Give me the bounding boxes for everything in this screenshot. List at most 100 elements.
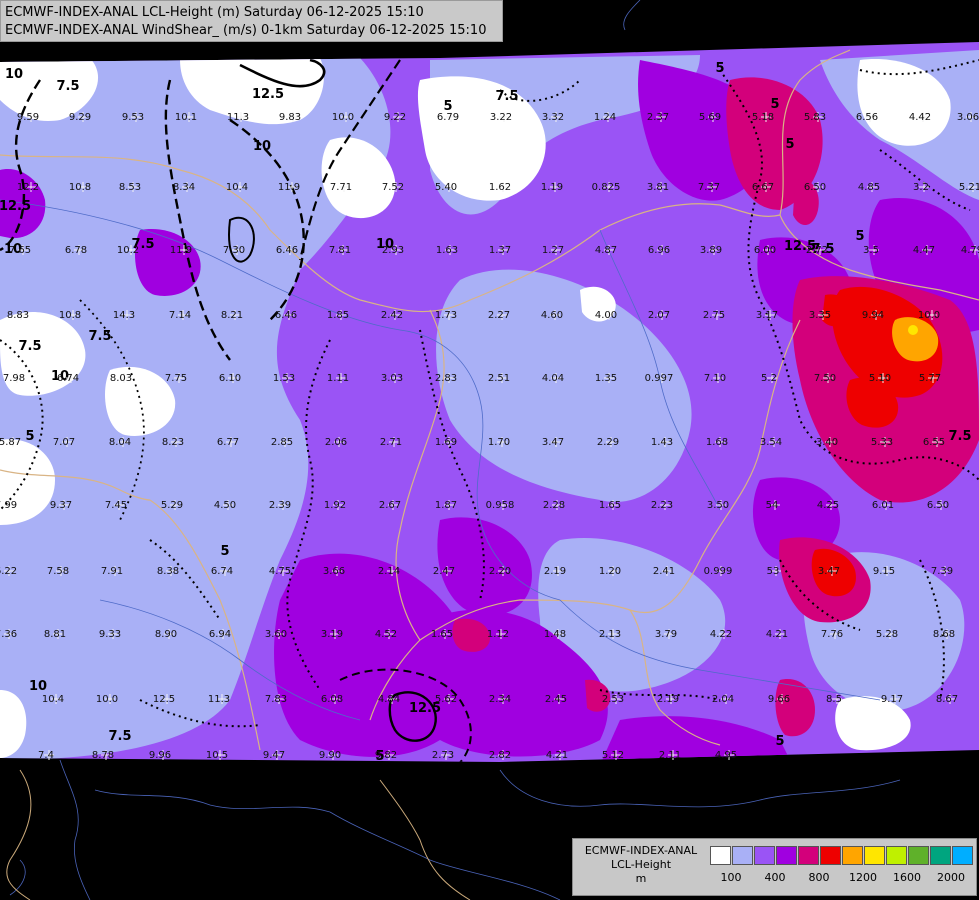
station-value: 8.67 [936,694,958,705]
station-value: 6.74 [57,373,79,384]
station-value: 5.18 [752,112,774,123]
station-value: 6.46 [276,245,298,256]
legend-swatch [952,846,973,865]
station-value: 3.66 [323,566,345,577]
station-value: 2.83 [435,373,457,384]
legend-title: ECMWF-INDEX-ANAL LCL-Height m [577,844,705,886]
station-value: 3.35 [809,310,831,321]
station-value: 10.0 [918,310,940,321]
station-value: 10.4 [226,182,248,193]
legend-swatch [754,846,775,865]
station-value: 5.69 [699,112,721,123]
station-value: 1.85 [327,310,349,321]
legend-swatch [864,846,885,865]
contour-label: 5 [25,429,34,444]
station-value: 12.2 [17,182,39,193]
station-value: 3.60 [265,629,287,640]
station-value: 5.21 [959,182,979,193]
station-value: 10.0 [96,694,118,705]
station-value: 6.55 [923,437,945,448]
station-value: 11.9 [170,245,192,256]
station-value: 6.08 [321,694,343,705]
station-value: 9.33 [99,629,121,640]
legend-swatch [798,846,819,865]
station-value: 9.82 [375,750,397,761]
station-value: 10.0 [332,112,354,123]
station-value: 4.42 [909,112,931,123]
station-value: 7.71 [330,182,352,193]
station-value: 7.81 [329,245,351,256]
station-value: 2.51 [488,373,510,384]
station-value: 3.40 [816,437,838,448]
station-value: 3.2 [913,182,929,193]
station-value: 2.07 [648,310,670,321]
station-value: 2.11 [659,750,681,761]
station-value: 9.94 [862,310,884,321]
station-value: 2.72 [806,245,828,256]
station-value: 10.2 [117,245,139,256]
station-value: 7.91 [101,566,123,577]
station-value: 0.999 [704,566,733,577]
station-value: 5.10 [869,373,891,384]
station-value: 4.75 [269,566,291,577]
station-value: 0.825 [592,182,621,193]
station-value: 8.38 [157,566,179,577]
station-value: 6.78 [65,245,87,256]
contour-label: 5 [715,61,724,76]
station-value: 4.21 [766,629,788,640]
station-value: 1.19 [541,182,563,193]
station-value: 7.75 [165,373,187,384]
station-value: 7.30 [223,245,245,256]
station-value: 2.39 [269,500,291,511]
station-value: 6.46 [275,310,297,321]
station-value: 2.75 [703,310,725,321]
station-value: 4.04 [542,373,564,384]
station-value: 7.83 [265,694,287,705]
station-value: 14.3 [113,310,135,321]
station-value: 3.5 [863,245,879,256]
station-value: 2.20 [489,566,511,577]
station-value: 6.74 [211,566,233,577]
station-value: 7.4 [38,750,54,761]
station-value: 5.40 [435,182,457,193]
station-value: 6.96 [648,245,670,256]
station-value: 4.47 [913,245,935,256]
station-value: 8.90 [155,629,177,640]
legend-tick-labels: 100 400 800 1200 1600 2000 [710,871,975,885]
station-value: 10.8 [69,182,91,193]
legend-title-model: ECMWF-INDEX-ANAL [584,844,698,857]
station-value: 9.90 [319,750,341,761]
station-value: 9.96 [149,750,171,761]
station-value: 1.20 [599,566,621,577]
contour-label: 12.5 [0,199,31,214]
station-value: 7.45 [105,500,127,511]
title-line-windshear: ECMWF-INDEX-ANAL WindShear_ (m/s) 0-1km … [5,23,487,38]
station-value: 2.04 [712,694,734,705]
station-value: 3.47 [818,566,840,577]
station-value: 7.14 [169,310,191,321]
station-value: 1.70 [488,437,510,448]
station-value: 7.37 [698,182,720,193]
contour-label: 7.5 [56,79,79,94]
contour-label: 7.5 [948,429,971,444]
legend: ECMWF-INDEX-ANAL LCL-Height m 100 400 800 1… [572,838,977,896]
station-value: 5.87 [0,437,21,448]
station-value: 7.50 [814,373,836,384]
station-value: 2.73 [432,750,454,761]
station-value: 7.52 [382,182,404,193]
station-value: 0.958 [486,500,515,511]
station-value: 1.24 [594,112,616,123]
contour-label: 10 [29,679,47,694]
station-value: 7.07 [53,437,75,448]
station-value: 10.1 [175,112,197,123]
station-value: 5.2 [761,373,777,384]
station-value: 9.83 [279,112,301,123]
station-value: 2.93 [382,245,404,256]
station-value: 11.3 [227,112,249,123]
contour-label: 10 [253,139,271,154]
station-value: 4.84 [378,694,400,705]
station-value: 2.28 [543,500,565,511]
station-value: 2.29 [597,437,619,448]
station-value: 1.43 [651,437,673,448]
legend-tick-label: 100 [720,871,742,884]
